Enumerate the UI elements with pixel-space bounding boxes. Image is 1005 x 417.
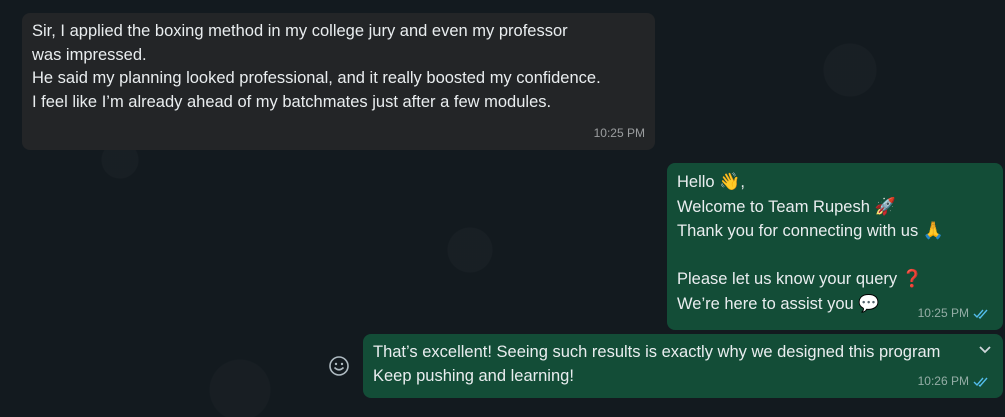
message-text-line: Hello 👋, (677, 170, 993, 195)
incoming-message[interactable]: Sir, I applied the boxing method in my c… (22, 13, 655, 150)
timestamp-text: 10:25 PM (593, 125, 645, 140)
speech-bubble-icon: 💬 (858, 293, 880, 313)
rocket-icon: 🚀 (874, 196, 896, 216)
message-text-line: Sir, I applied the boxing method in my c… (32, 22, 568, 40)
question-mark-icon: ❓ (901, 269, 923, 288)
message-timestamp: 10:25 PM (918, 302, 989, 326)
thanks-text: Thank you for connecting with us (677, 222, 919, 240)
chevron-down-icon[interactable] (977, 342, 993, 358)
message-text-line: Please let us know your query ❓ (677, 267, 993, 292)
smiley-icon[interactable] (328, 355, 350, 377)
waving-hand-icon: 👋 (719, 172, 741, 191)
message-timestamp: 10:25 PM (594, 122, 645, 146)
message-text-line: I feel like I’m already ahead of my batc… (32, 92, 552, 111)
message-timestamp: 10:26 PM (918, 370, 989, 394)
message-text-line: That’s excellent! Seeing such results is… (373, 343, 941, 361)
message-text-line: Welcome to Team Rupesh 🚀 (677, 195, 993, 220)
assist-text: We’re here to assist you (677, 294, 854, 313)
message-text-line: was impressed. (32, 45, 147, 64)
query-text: Please let us know your query (677, 270, 898, 288)
outgoing-message[interactable]: Hello 👋, Welcome to Team Rupesh 🚀 Thank … (667, 163, 1003, 330)
timestamp-text: 10:26 PM (917, 373, 969, 388)
double-check-icon (973, 309, 988, 319)
greeting-text: Hello (677, 173, 715, 191)
outgoing-message[interactable]: That’s excellent! Seeing such results is… (363, 334, 1003, 398)
double-check-icon (973, 377, 988, 387)
message-text-line: Keep pushing and learning! (373, 366, 574, 385)
message-text-line: He said my planning looked professional,… (32, 69, 601, 87)
welcome-text: Welcome to Team Rupesh (677, 197, 870, 216)
greeting-punctuation: , (740, 173, 745, 191)
timestamp-text: 10:25 PM (917, 305, 969, 320)
message-text-line: Thank you for connecting with us 🙏 (677, 219, 993, 244)
folded-hands-icon: 🙏 (922, 221, 944, 240)
